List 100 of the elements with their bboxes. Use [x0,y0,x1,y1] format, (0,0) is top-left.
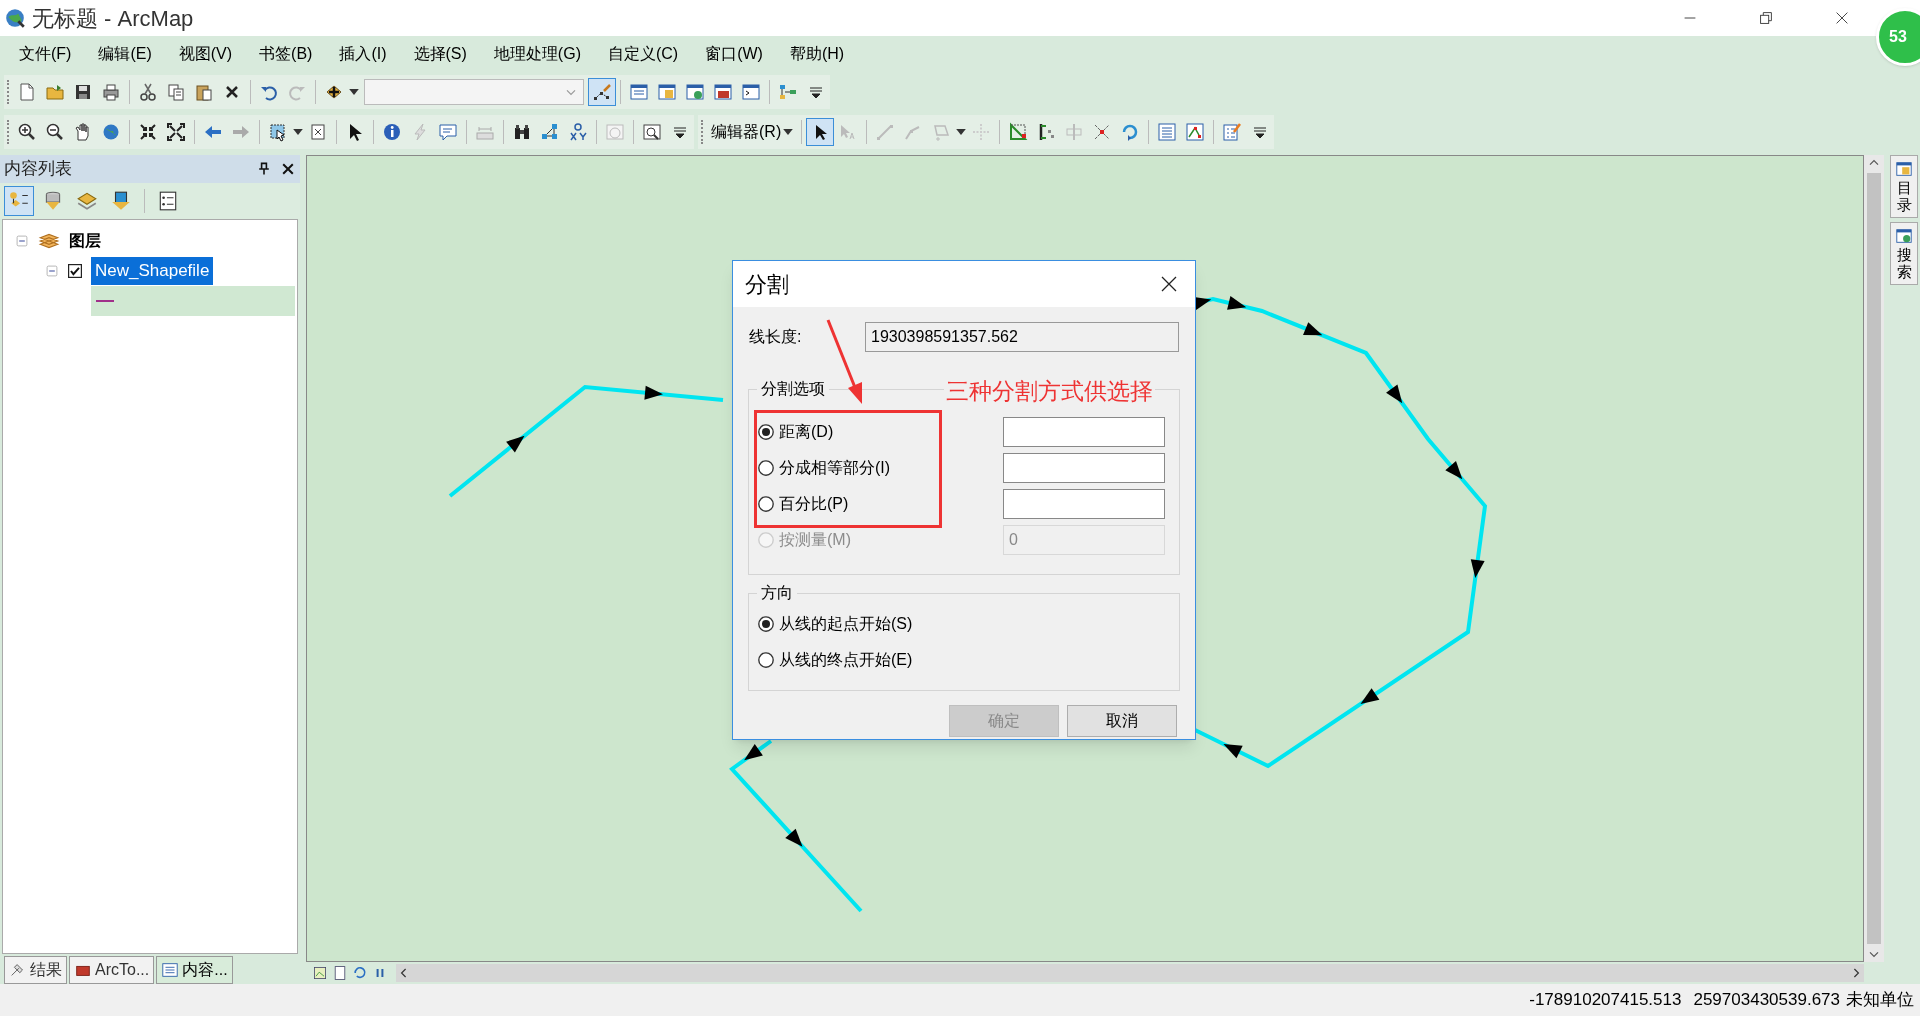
side-tab-label: 搜索 [1896,247,1912,280]
panel-tab[interactable]: 内容... [156,956,233,984]
attributes-icon[interactable] [1222,122,1243,142]
direction-arrowhead [644,385,663,400]
list-by-visibility-icon[interactable] [76,190,98,212]
direction-arrowhead [1223,744,1243,759]
options-icon[interactable] [157,190,179,212]
close-icon[interactable] [280,161,296,177]
line-symbol-icon [95,300,115,302]
side-tab[interactable]: 目录 [1890,155,1918,218]
catalog-window-icon[interactable] [657,82,677,102]
save-icon[interactable] [73,82,93,102]
radio-label[interactable]: 从线的起点开始(S) [779,612,913,636]
globe-icon[interactable] [101,122,121,142]
search-window-icon [1895,227,1913,245]
layout-view-icon[interactable] [332,965,348,981]
input-field[interactable] [1003,453,1165,483]
app-logo-icon [4,7,26,29]
list-by-selection-icon[interactable] [110,190,132,212]
menu-item[interactable]: 地理处理(G) [484,42,590,66]
direction-arrowhead [1386,384,1403,404]
direction-arrowhead [1445,461,1463,480]
menu-item[interactable]: 书签(B) [250,42,322,66]
zoom-out-icon[interactable] [45,122,65,142]
direction-arrowhead [1303,322,1323,336]
speech-balloon-icon[interactable] [438,122,458,142]
go-to-xy-icon[interactable] [568,122,588,142]
printer-icon[interactable] [101,82,121,102]
binoculars-icon[interactable] [512,122,532,142]
layer-checkbox[interactable] [67,263,83,279]
time-slider-icon[interactable] [605,122,625,142]
x-coordinate: -178910207415.513 [1529,989,1682,1012]
editor-menu[interactable]: 编辑器(R) [707,120,798,144]
menu-item[interactable]: 窗口(W) [696,42,772,66]
vertical-scrollbar[interactable] [1864,155,1884,962]
field-label: 线长度: [748,327,803,347]
panel-tab[interactable]: 结果 [4,956,67,984]
restore-icon[interactable] [1757,9,1775,27]
radio-label[interactable]: 分成相等部分(I) [779,456,891,480]
dialog-title: 分割 [745,270,789,299]
direction-arrowhead [1470,559,1485,578]
cancel-button[interactable]: 取消 [1067,705,1177,737]
data-view-icon[interactable] [312,965,328,981]
radio-button[interactable] [757,615,775,633]
dropdown-caret-icon[interactable] [293,129,303,135]
editor-toolbar-icon[interactable] [592,82,612,102]
dropdown-caret-icon[interactable] [956,129,967,135]
toolbox-window-icon[interactable] [713,82,733,102]
panel-tab[interactable]: ArcTo... [69,956,155,984]
radio-button[interactable] [757,423,775,441]
python-window-icon[interactable] [741,82,761,102]
y-coordinate: 259703430539.673 [1693,989,1840,1012]
side-tab-label: 目录 [1896,180,1912,213]
copy-icon[interactable] [166,82,186,102]
radio-label[interactable]: 从线的终点开始(E) [779,648,913,672]
search-window-icon[interactable] [685,82,705,102]
menu-item[interactable]: 自定义(C) [598,42,688,66]
radio-button[interactable] [757,651,775,669]
clear-selection-icon[interactable] [308,122,328,142]
direction-arrowhead [744,744,763,761]
catalog-window-icon [1895,160,1913,178]
horizontal-scrollbar[interactable] [396,964,1864,982]
layer-label[interactable]: New_Shapefile [91,257,214,285]
reshape-icon[interactable] [1008,122,1029,142]
input-field[interactable] [1003,417,1165,447]
new-document-icon[interactable] [17,82,37,102]
dropdown-caret-icon[interactable] [349,89,359,95]
fixed-zoom-out-icon[interactable] [166,122,186,142]
magnifier-window-icon[interactable] [642,122,662,142]
zoom-in-icon[interactable] [17,122,37,142]
fixed-zoom-in-icon[interactable] [138,122,158,142]
info-icon[interactable] [382,122,402,142]
network-graph-icon[interactable] [540,122,560,142]
direction-arrowhead [506,435,525,453]
menu-item[interactable]: 帮助(H) [780,42,854,66]
menu-item[interactable]: 文件(F) [10,42,81,66]
layer-group-label[interactable]: 图层 [69,229,101,253]
direction-arrowhead [1227,296,1247,310]
refresh-icon[interactable] [352,965,368,981]
model-builder-icon[interactable] [778,82,798,102]
open-folder-icon[interactable] [45,82,65,102]
paste-icon[interactable] [194,82,214,102]
input-field[interactable] [1003,489,1165,519]
scissors-icon[interactable] [138,82,158,102]
window-list-icon[interactable] [629,82,649,102]
select-features-icon[interactable] [268,122,288,142]
dropdown-caret-icon [783,129,794,135]
close-icon[interactable] [1159,274,1179,294]
radio-label[interactable]: 百分比(P) [779,492,849,516]
menu-item[interactable]: 选择(S) [404,42,476,66]
side-tab[interactable]: 搜索 [1890,222,1918,285]
radio-button[interactable] [757,459,775,477]
menu-item[interactable]: 插入(I) [330,42,396,66]
radio-button[interactable] [757,495,775,513]
sketch-properties-icon[interactable] [1185,122,1206,142]
menu-item[interactable]: 视图(V) [169,42,242,66]
direction-arrowhead [1360,688,1380,704]
radio-label[interactable]: 距离(D) [779,420,834,444]
menu-item[interactable]: 编辑(E) [89,42,161,66]
pin-icon[interactable] [256,161,272,177]
